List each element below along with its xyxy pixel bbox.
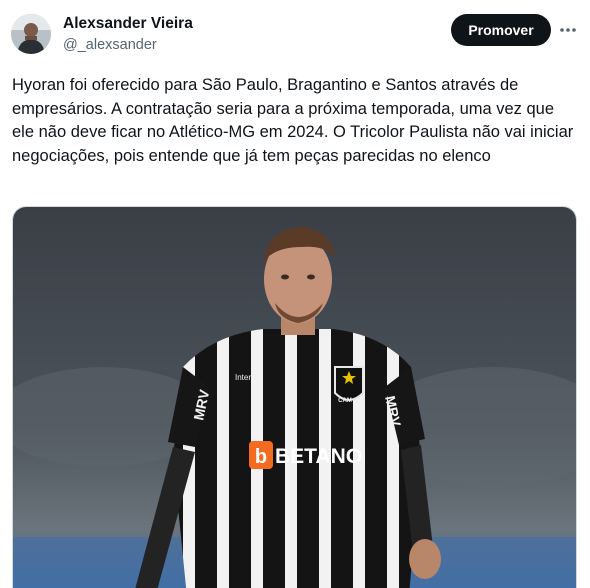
user-avatar-photo [11, 14, 51, 54]
sponsor-text: BETANO [275, 445, 362, 468]
player-photo: Inter CAM b BETANO MRV MRV [13, 207, 576, 588]
svg-text:b: b [255, 446, 267, 468]
crest-text: CAM [338, 398, 352, 404]
tweet-text: Hyoran foi oferecido para São Paulo, Bra… [12, 76, 574, 165]
sponsor-logo: b BETANO [249, 441, 362, 469]
more-options-button[interactable] [556, 18, 580, 42]
tweet-media-photo[interactable]: Inter CAM b BETANO MRV MRV [12, 206, 577, 588]
user-handle[interactable]: @_alexsander [63, 37, 157, 53]
user-display-name[interactable]: Alexsander Vieira [63, 15, 193, 33]
promote-button[interactable]: Promover [451, 14, 551, 46]
chest-small-text: Inter [235, 373, 251, 382]
club-crest [334, 366, 364, 401]
more-dots-icon [560, 28, 576, 32]
user-avatar[interactable] [11, 14, 51, 54]
tweet-header: Alexsander Vieira @_alexsander Promover [0, 0, 590, 64]
